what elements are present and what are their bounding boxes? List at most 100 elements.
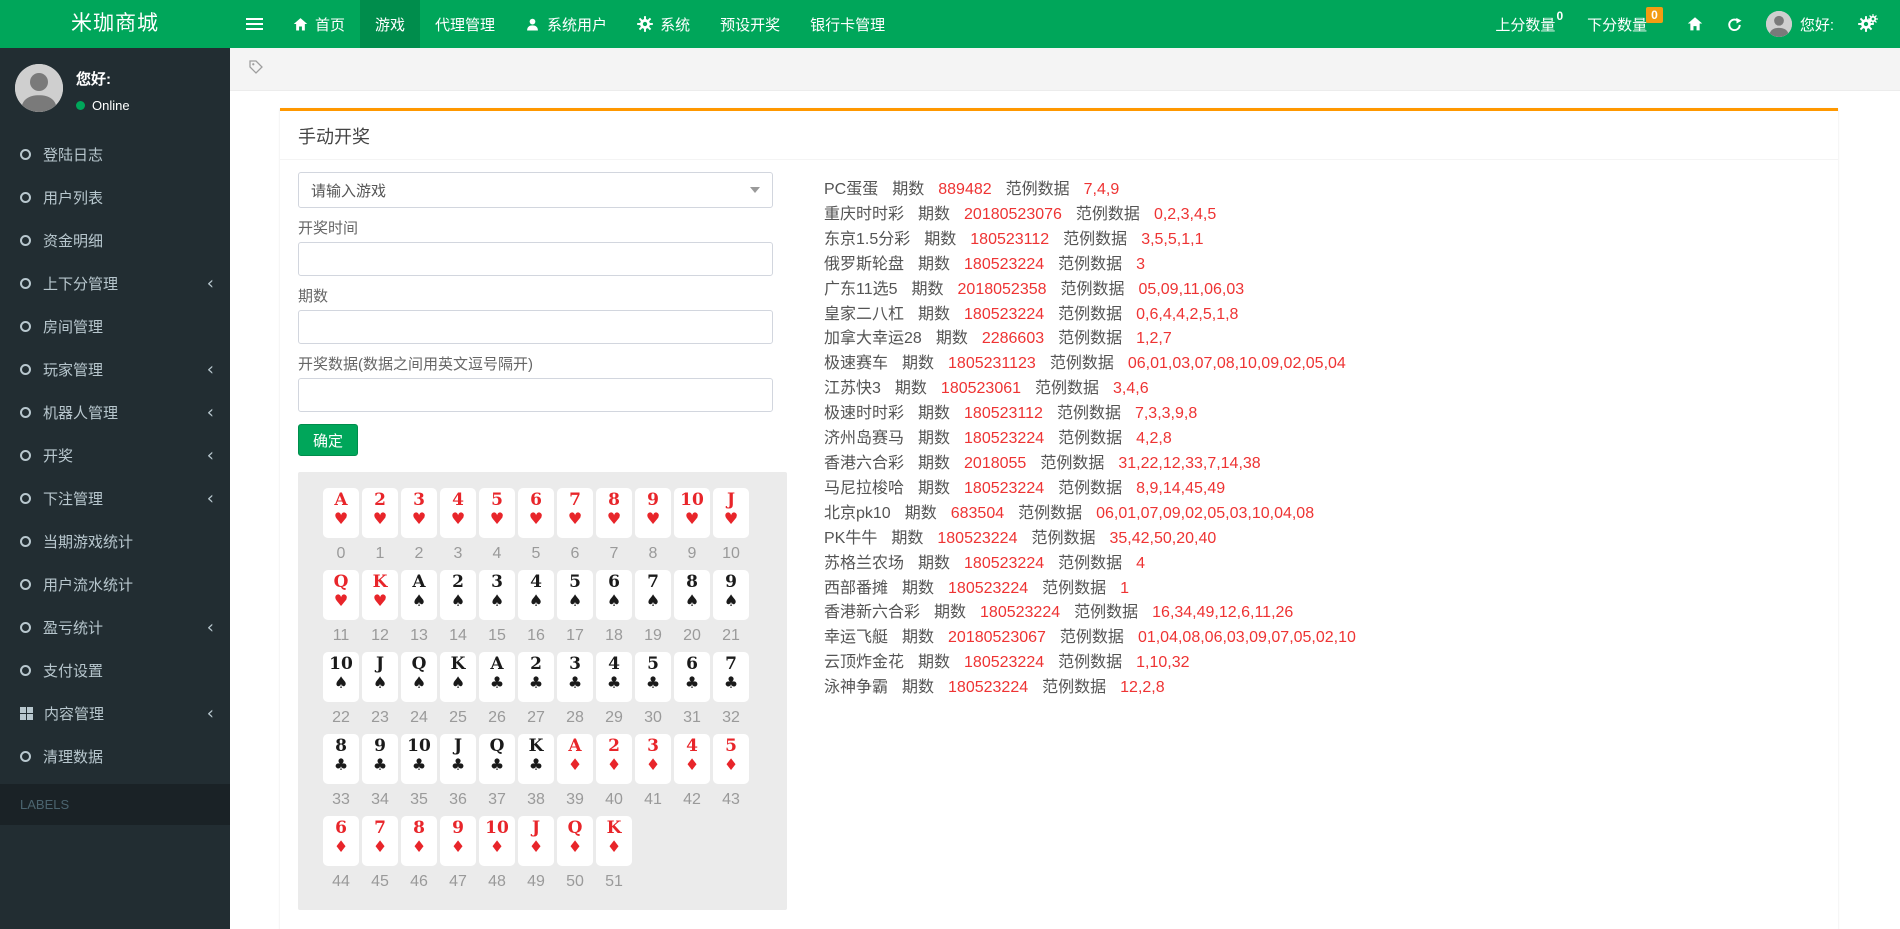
nav-item-system-users[interactable]: 系统用户 (510, 0, 622, 48)
sidebar-item-player-manage[interactable]: 玩家管理‹ (0, 348, 230, 391)
spade-icon: ♠ (518, 592, 554, 610)
playing-card[interactable]: K♦ (596, 816, 632, 866)
playing-card[interactable]: 4♥ (440, 488, 476, 538)
playing-card[interactable]: A♠ (401, 570, 437, 620)
playing-card[interactable]: 7♣ (713, 652, 749, 702)
playing-card[interactable]: 10♦ (479, 816, 515, 866)
playing-card[interactable]: A♣ (479, 652, 515, 702)
sidebar-toggle-button[interactable] (230, 0, 278, 48)
playing-card[interactable]: 7♥ (557, 488, 593, 538)
tag-icon[interactable] (248, 59, 264, 80)
brand-logo[interactable]: 米珈商城 (0, 0, 230, 48)
playing-card[interactable]: 5♥ (479, 488, 515, 538)
card-rank: K (440, 652, 476, 674)
playing-card[interactable]: 6♠ (596, 570, 632, 620)
game-name: PC蛋蛋 (824, 181, 878, 198)
sidebar-item-content-manage[interactable]: 内容管理‹ (0, 692, 230, 735)
nav-item-agent-manage[interactable]: 代理管理 (420, 0, 510, 48)
playing-card[interactable]: 9♣ (362, 734, 398, 784)
card-index: 8 (635, 545, 671, 563)
nav-item-games[interactable]: 游戏 (360, 0, 420, 48)
playing-card[interactable]: 9♠ (713, 570, 749, 620)
sidebar-item-clean-data[interactable]: 清理数据 (0, 735, 230, 778)
card-rank: 10 (479, 816, 515, 838)
playing-card[interactable]: 9♦ (440, 816, 476, 866)
period-value: 1805231123 (948, 355, 1036, 372)
sample-value: 16,34,49,12,6,11,26 (1152, 604, 1293, 621)
sidebar-item-lottery-draw[interactable]: 开奖‹ (0, 434, 230, 477)
game-select[interactable]: 请输入游戏 (298, 172, 773, 208)
playing-card[interactable]: 4♠ (518, 570, 554, 620)
playing-card[interactable]: Q♦ (557, 816, 593, 866)
sidebar-item-robot-manage[interactable]: 机器人管理‹ (0, 391, 230, 434)
playing-card[interactable]: 5♠ (557, 570, 593, 620)
sidebar-item-current-game-stats[interactable]: 当期游戏统计 (0, 520, 230, 563)
playing-card[interactable]: Q♠ (401, 652, 437, 702)
playing-card[interactable]: 9♥ (635, 488, 671, 538)
playing-card[interactable]: A♥ (323, 488, 359, 538)
playing-card[interactable]: 10♣ (401, 734, 437, 784)
playing-card[interactable]: 10♥ (674, 488, 710, 538)
sidebar-item-score-manage[interactable]: 上下分管理‹ (0, 262, 230, 305)
playing-card[interactable]: 2♠ (440, 570, 476, 620)
down-score-menu[interactable]: 下分数量0 (1587, 14, 1663, 35)
draw-time-input[interactable] (298, 242, 773, 276)
playing-card[interactable]: 3♥ (401, 488, 437, 538)
sidebar-item-profit-stats[interactable]: 盈亏统计‹ (0, 606, 230, 649)
sidebar-item-payment-settings[interactable]: 支付设置 (0, 649, 230, 692)
refresh-icon[interactable] (1727, 17, 1742, 32)
playing-card[interactable]: 4♦ (674, 734, 710, 784)
playing-card[interactable]: 6♥ (518, 488, 554, 538)
playing-card[interactable]: A♦ (557, 734, 593, 784)
playing-card[interactable]: 2♣ (518, 652, 554, 702)
sidebar-item-room-manage[interactable]: 房间管理 (0, 305, 230, 348)
playing-card[interactable]: 8♦ (401, 816, 437, 866)
nav-item-bank-card-manage[interactable]: 银行卡管理 (795, 0, 900, 48)
period-value: 20180523067 (948, 629, 1046, 646)
period-value: 2286603 (982, 330, 1044, 347)
period-label: 期数 (902, 580, 934, 597)
playing-card[interactable]: 8♠ (674, 570, 710, 620)
sidebar-item-funds-detail[interactable]: 资金明细 (0, 219, 230, 262)
sidebar-item-bet-manage[interactable]: 下注管理‹ (0, 477, 230, 520)
playing-card[interactable]: 4♣ (596, 652, 632, 702)
playing-card[interactable]: 2♥ (362, 488, 398, 538)
playing-card[interactable]: K♣ (518, 734, 554, 784)
playing-card[interactable]: 7♦ (362, 816, 398, 866)
period-input[interactable] (298, 310, 773, 344)
nav-item-preset-draw[interactable]: 预设开奖 (705, 0, 795, 48)
sidebar-item-user-list[interactable]: 用户列表 (0, 176, 230, 219)
playing-card[interactable]: J♣ (440, 734, 476, 784)
up-score-menu[interactable]: 上分数量0 (1495, 14, 1563, 35)
playing-card[interactable]: 5♦ (713, 734, 749, 784)
playing-card[interactable]: 6♦ (323, 816, 359, 866)
playing-card[interactable]: 8♣ (323, 734, 359, 784)
playing-card[interactable]: 7♠ (635, 570, 671, 620)
draw-data-input[interactable] (298, 378, 773, 412)
nav-item-system[interactable]: 系统 (622, 0, 705, 48)
playing-card[interactable]: Q♥ (323, 570, 359, 620)
playing-card[interactable]: 3♠ (479, 570, 515, 620)
playing-card[interactable]: 6♣ (674, 652, 710, 702)
cogs-icon[interactable] (1858, 16, 1874, 32)
playing-card[interactable]: 10♠ (323, 652, 359, 702)
diamond-icon: ♦ (401, 838, 437, 856)
playing-card[interactable]: K♠ (440, 652, 476, 702)
playing-card[interactable]: K♥ (362, 570, 398, 620)
sidebar-item-user-flow-stats[interactable]: 用户流水统计 (0, 563, 230, 606)
playing-card[interactable]: 8♥ (596, 488, 632, 538)
nav-item-home[interactable]: 首页 (278, 0, 360, 48)
playing-card[interactable]: 3♣ (557, 652, 593, 702)
playing-card[interactable]: 5♣ (635, 652, 671, 702)
playing-card[interactable]: 3♦ (635, 734, 671, 784)
playing-card[interactable]: 2♦ (596, 734, 632, 784)
playing-card[interactable]: J♠ (362, 652, 398, 702)
confirm-button[interactable]: 确定 (298, 424, 358, 456)
playing-card[interactable]: J♥ (713, 488, 749, 538)
card-rank: J (518, 816, 554, 838)
playing-card[interactable]: Q♣ (479, 734, 515, 784)
user-menu[interactable]: 您好: (1766, 11, 1834, 37)
home-shortcut-icon[interactable] (1687, 16, 1703, 32)
playing-card[interactable]: J♦ (518, 816, 554, 866)
sidebar-item-login-log[interactable]: 登陆日志 (0, 133, 230, 176)
